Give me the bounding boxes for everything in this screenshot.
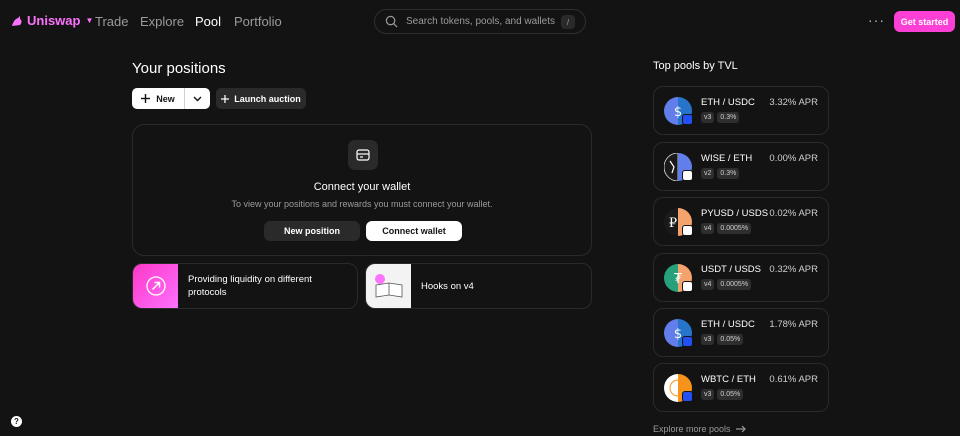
hooks-thumbnail: [366, 264, 411, 308]
more-options-icon[interactable]: ···: [868, 12, 885, 28]
explore-more-pools-link[interactable]: Explore more pools: [653, 424, 746, 434]
brand-logo[interactable]: Uniswap ▼: [10, 13, 93, 28]
pool-pair: WISE / ETH: [701, 153, 753, 164]
pool-fee-tag: 0.0005%: [717, 223, 752, 234]
nav-explore[interactable]: Explore: [140, 14, 184, 29]
page-title: Your positions: [132, 60, 226, 77]
new-dropdown-toggle[interactable]: [185, 88, 210, 109]
new-button-label: New: [156, 93, 175, 104]
chevron-down-icon: [193, 96, 202, 101]
launch-auction-label: Launch auction: [234, 93, 301, 104]
chain-badge-icon: [682, 114, 693, 125]
pool-version-tag: v4: [701, 279, 715, 290]
pool-pair: ETH / USDC: [701, 319, 755, 330]
top-nav: Uniswap ▼ Trade Explore Pool Portfolio /…: [0, 0, 960, 44]
svg-text:$: $: [674, 105, 682, 120]
svg-text:₽: ₽: [669, 216, 677, 231]
top-pools-title: Top pools by TVL: [653, 60, 738, 72]
pool-card[interactable]: WBTC / ETH 0.61% APR v3 0.05%: [653, 363, 829, 412]
nav-trade[interactable]: Trade: [95, 14, 128, 29]
connect-title: Connect your wallet: [313, 181, 411, 193]
pool-card[interactable]: ₮ USDT / USDS 0.32% APR v4 0.0005%: [653, 253, 829, 302]
pool-apr: 0.02% APR: [769, 208, 818, 219]
nav-portfolio[interactable]: Portfolio: [234, 14, 282, 29]
unicorn-icon: [12, 15, 22, 26]
pool-card[interactable]: ₽ PYUSD / USDS 0.02% APR v4 0.0005%: [653, 197, 829, 246]
new-position-split-button[interactable]: New: [132, 88, 210, 109]
get-started-button[interactable]: Get started: [894, 11, 955, 32]
pool-version-tag: v3: [701, 334, 715, 345]
arrow-right-icon: [735, 425, 746, 433]
explore-more-label: Explore more pools: [653, 424, 731, 434]
book-icon: [374, 274, 402, 298]
brand-name: Uniswap: [27, 13, 81, 28]
pool-apr: 0.00% APR: [769, 153, 818, 164]
chevron-down-icon[interactable]: ▼: [85, 16, 93, 25]
chain-badge-icon: [682, 391, 693, 402]
chain-badge-icon: [682, 281, 693, 292]
chain-badge-icon: [682, 336, 693, 347]
learn-card-liquidity[interactable]: Providing liquidity on different protoco…: [132, 263, 358, 309]
learn-card-text: Providing liquidity on different protoco…: [188, 274, 312, 298]
search-icon: [385, 15, 398, 28]
pool-apr: 0.32% APR: [769, 264, 818, 275]
plus-icon: [221, 94, 230, 103]
pool-pair: USDT / USDS: [701, 264, 762, 275]
pool-pair: ETH / USDC: [701, 97, 755, 108]
pool-pair: PYUSD / USDS: [701, 208, 769, 219]
pool-card[interactable]: $ ETH / USDC 1.78% APR v3 0.05%: [653, 308, 829, 357]
pool-fee-tag: 0.3%: [717, 112, 740, 123]
pool-version-tag: v4: [701, 223, 715, 234]
svg-text:$: $: [674, 327, 682, 342]
connect-description: To view your positions and rewards you m…: [231, 199, 493, 209]
wallet-icon: [348, 140, 378, 170]
chain-badge-icon: [682, 225, 693, 236]
pool-apr: 1.78% APR: [769, 319, 818, 330]
pool-pair: WBTC / ETH: [701, 374, 756, 385]
new-position-button[interactable]: New position: [264, 221, 360, 241]
connect-wallet-button[interactable]: Connect wallet: [366, 221, 462, 241]
launch-auction-button[interactable]: Launch auction: [216, 88, 306, 109]
pool-fee-tag: 0.3%: [717, 168, 740, 179]
search-input[interactable]: [406, 16, 556, 27]
pool-apr: 0.61% APR: [769, 374, 818, 385]
pool-fee-tag: 0.05%: [717, 334, 744, 345]
arrow-up-right-icon: [145, 276, 166, 296]
connect-wallet-card: Connect your wallet To view your positio…: [132, 124, 592, 256]
pool-version-tag: v3: [701, 389, 715, 400]
pool-fee-tag: 0.05%: [717, 389, 744, 400]
help-icon[interactable]: ?: [11, 416, 22, 427]
pool-version-tag: v2: [701, 168, 715, 179]
learn-card-text: Hooks on v4: [421, 280, 474, 292]
new-button[interactable]: New: [132, 88, 185, 109]
pool-version-tag: v3: [701, 112, 715, 123]
plus-icon: [141, 94, 151, 103]
nav-pool[interactable]: Pool: [195, 14, 221, 29]
pool-card[interactable]: WISE / ETH 0.00% APR v2 0.3%: [653, 142, 829, 191]
learn-card-hooks[interactable]: Hooks on v4: [365, 263, 592, 309]
pool-card[interactable]: $ ETH / USDC 3.32% APR v3 0.3%: [653, 86, 829, 135]
search-shortcut-key: /: [561, 15, 575, 29]
pool-fee-tag: 0.0005%: [717, 279, 752, 290]
search-bar[interactable]: /: [374, 9, 586, 34]
chain-badge-icon: [682, 170, 693, 181]
pool-apr: 3.32% APR: [769, 97, 818, 108]
liquidity-thumbnail: [133, 264, 178, 308]
